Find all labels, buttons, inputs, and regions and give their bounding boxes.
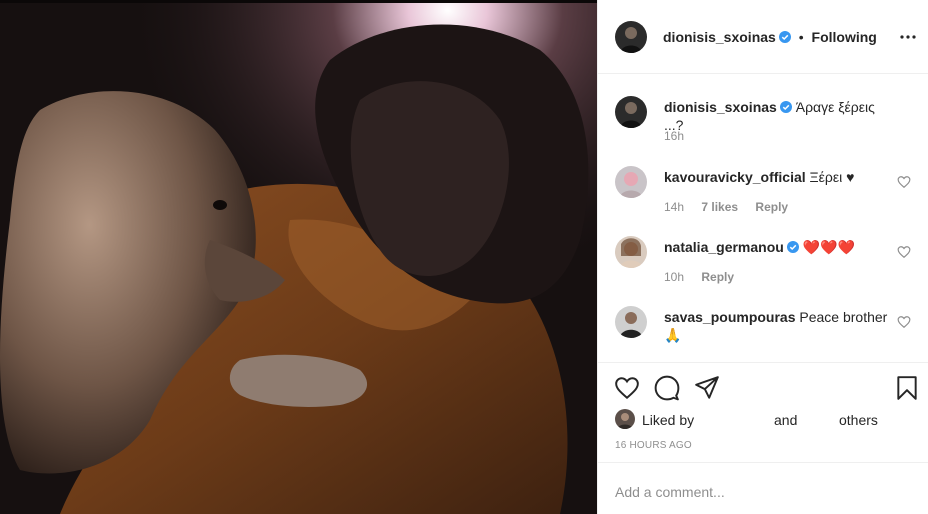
- caption-age[interactable]: 16h: [664, 129, 684, 143]
- comment-like-heart-icon[interactable]: [897, 175, 911, 189]
- author-line: dionisis_sxoinas • Following: [663, 29, 877, 45]
- comment-username[interactable]: savas_poumpouras: [664, 309, 796, 325]
- caption-username[interactable]: dionisis_sxoinas: [664, 99, 777, 115]
- likes-summary: Liked by and others: [615, 409, 915, 431]
- post-header: dionisis_sxoinas • Following: [598, 0, 928, 74]
- post-timestamp[interactable]: 16 HOURS AGO: [615, 440, 692, 451]
- heart-icon[interactable]: [614, 375, 640, 401]
- caption-meta: 16h: [664, 129, 698, 143]
- comment-avatar[interactable]: [615, 236, 647, 268]
- comment-icon[interactable]: [654, 375, 680, 401]
- comment-username[interactable]: kavouravicky_official: [664, 169, 806, 185]
- caption-line: dionisis_sxoinas Άραγε ξέρεις ...?: [664, 98, 894, 134]
- comment-meta: 14h 7 likes Reply: [664, 200, 802, 214]
- author-username[interactable]: dionisis_sxoinas: [663, 29, 776, 45]
- comment-like-heart-icon[interactable]: [897, 315, 911, 329]
- post-actions: Liked by and others 16 HOURS AGO: [598, 363, 928, 463]
- reply-button[interactable]: Reply: [755, 200, 788, 214]
- comment-avatar[interactable]: [615, 306, 647, 338]
- add-comment-input[interactable]: Add a comment...: [615, 484, 725, 500]
- comment-avatar[interactable]: [615, 166, 647, 198]
- author-avatar[interactable]: [615, 21, 647, 53]
- follow-separator: •: [798, 29, 804, 45]
- reply-button[interactable]: Reply: [701, 270, 734, 284]
- comment-meta: 10h Reply: [664, 270, 748, 284]
- comments-list: dionisis_sxoinas Άραγε ξέρεις ...? 16h k…: [598, 74, 928, 363]
- caption-avatar[interactable]: [615, 96, 647, 128]
- post-side-panel: dionisis_sxoinas • Following dionisis_sx…: [597, 0, 928, 514]
- following-button[interactable]: Following: [812, 29, 877, 45]
- paper-plane-icon[interactable]: [694, 375, 720, 401]
- comment-likes[interactable]: 7 likes: [701, 200, 738, 214]
- comment-text: ❤️❤️❤️: [802, 239, 856, 255]
- post-photo[interactable]: [0, 0, 597, 514]
- liker-avatar[interactable]: [615, 409, 635, 429]
- verified-badge-icon: [786, 241, 799, 253]
- more-options-icon[interactable]: [899, 28, 917, 46]
- liked-by-others-link[interactable]: others: [839, 412, 878, 428]
- verified-badge-icon: [778, 31, 791, 43]
- comment-like-heart-icon[interactable]: [897, 245, 911, 259]
- comment-line: savas_poumpouras Peace brother 🙏: [664, 308, 894, 344]
- liked-by-prefix: Liked by: [642, 412, 695, 428]
- photo-scene: [0, 0, 597, 514]
- liked-by-and: and: [774, 412, 798, 428]
- comment-username[interactable]: natalia_germanou: [664, 239, 784, 255]
- comment-age[interactable]: 14h: [664, 200, 684, 214]
- comment-text: Ξέρει ♥: [809, 169, 855, 185]
- comment-line: kavouravicky_official Ξέρει ♥: [664, 168, 894, 186]
- comment-age[interactable]: 10h: [664, 270, 684, 284]
- bookmark-icon[interactable]: [894, 375, 920, 401]
- comment-line: natalia_germanou ❤️❤️❤️: [664, 238, 894, 256]
- verified-badge-icon: [779, 101, 792, 113]
